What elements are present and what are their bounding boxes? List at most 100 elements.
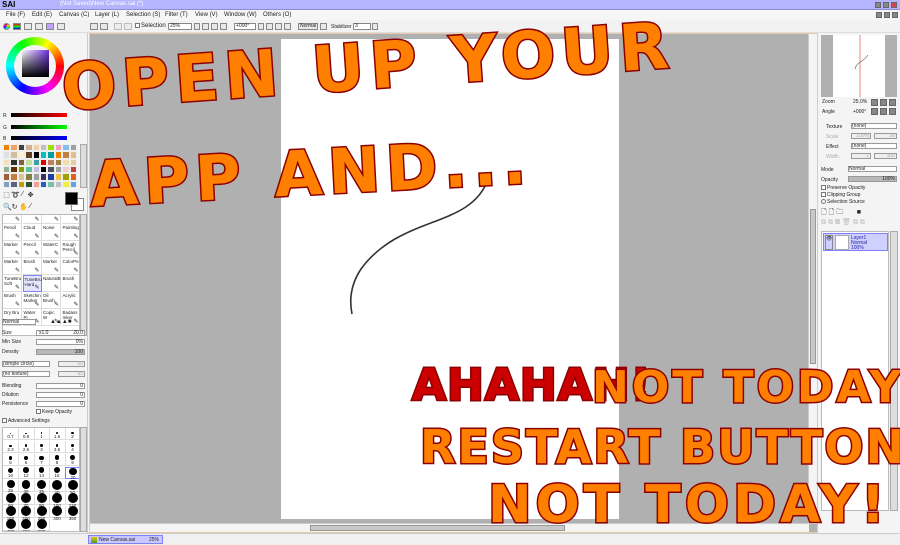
color-swatch[interactable] bbox=[69, 144, 77, 152]
brush-list-scrollbar[interactable] bbox=[80, 214, 87, 336]
color-swatch[interactable] bbox=[32, 144, 40, 152]
color-wheel[interactable] bbox=[6, 37, 64, 95]
layer-buttons[interactable]: 🗋 🗋 🗀 ■ ⧉ ⧉ ▦ 🗑 ⧉ ⧉ bbox=[821, 208, 889, 230]
color-swatch[interactable] bbox=[47, 158, 55, 166]
brush-size-item[interactable]: 3.5 bbox=[49, 441, 66, 453]
color-swatch[interactable] bbox=[62, 173, 70, 181]
nav-rotate-left[interactable] bbox=[871, 108, 878, 115]
eye-icon[interactable]: 👁 bbox=[825, 235, 833, 250]
color-swatch[interactable] bbox=[3, 173, 11, 181]
r-slider[interactable] bbox=[11, 113, 67, 117]
layer-item[interactable]: 👁 Layer1 Normal 100% bbox=[823, 233, 888, 251]
color-swatch[interactable] bbox=[3, 158, 11, 166]
rotate-reset-button[interactable] bbox=[284, 23, 291, 30]
brush-tool-item[interactable]: Marker ✎ bbox=[42, 258, 61, 275]
brush-tool-item[interactable]: ✎ bbox=[22, 215, 42, 224]
color-swatch[interactable] bbox=[39, 144, 48, 152]
blending-field[interactable]: 0 bbox=[36, 383, 85, 389]
redo-button[interactable] bbox=[100, 23, 108, 30]
color-swatch[interactable] bbox=[17, 158, 26, 166]
brush-tool-item[interactable]: ColorPe ✎ bbox=[61, 258, 79, 275]
width-field[interactable]: 1 bbox=[851, 153, 871, 159]
color-swatch[interactable] bbox=[3, 151, 11, 159]
foreground-color[interactable] bbox=[65, 192, 78, 205]
hsv-slider-toggle[interactable] bbox=[24, 23, 32, 30]
color-swatch[interactable] bbox=[25, 180, 33, 188]
color-swatch[interactable] bbox=[62, 144, 70, 152]
brush-size-item[interactable]: 12 bbox=[18, 467, 35, 479]
navigator-preview[interactable] bbox=[821, 35, 897, 97]
doc-minimize-button[interactable] bbox=[876, 12, 882, 18]
brush-tool-item[interactable]: TuneBru Soft ✎ bbox=[3, 275, 22, 292]
zoom-select[interactable]: 25% bbox=[168, 23, 192, 30]
color-swatch[interactable] bbox=[10, 180, 18, 188]
color-swatch[interactable] bbox=[69, 158, 77, 166]
rect-select-icon[interactable]: ⬚ bbox=[3, 191, 10, 201]
color-swatch[interactable] bbox=[47, 151, 55, 159]
color-swatch[interactable] bbox=[32, 165, 40, 174]
brush-size-item[interactable]: 500 bbox=[34, 519, 50, 531]
color-swatch[interactable] bbox=[25, 173, 33, 181]
color-swatch[interactable] bbox=[39, 151, 48, 159]
color-swatch[interactable] bbox=[54, 173, 63, 181]
layer-mode-select[interactable]: Normal bbox=[848, 166, 897, 172]
hand-icon[interactable]: ✋ bbox=[19, 203, 28, 213]
document-tab[interactable]: New Canvas.sai 25% bbox=[88, 535, 163, 544]
brush-size-item[interactable]: 450 bbox=[18, 519, 35, 531]
zoom-out-button[interactable] bbox=[202, 23, 209, 30]
brush-size-item[interactable]: 200 bbox=[18, 506, 35, 521]
color-swatch[interactable] bbox=[32, 158, 40, 166]
layer-texture-select[interactable]: (none) bbox=[851, 123, 897, 129]
doc-close-button[interactable] bbox=[892, 12, 898, 18]
color-swatch[interactable] bbox=[69, 151, 77, 159]
brush-tool-item[interactable]: Brush ✎ bbox=[22, 258, 42, 275]
doc-maximize-button[interactable] bbox=[884, 12, 890, 18]
color-swatch[interactable] bbox=[39, 173, 48, 181]
brush-size-item[interactable]: 5 bbox=[3, 454, 19, 466]
brush-size-item[interactable]: 30 bbox=[18, 480, 35, 494]
swatches-toggle[interactable] bbox=[46, 23, 54, 30]
color-swatch[interactable] bbox=[10, 165, 18, 174]
color-swatch[interactable] bbox=[25, 158, 33, 166]
texture-strength[interactable]: 95 bbox=[58, 371, 85, 377]
menu-edit[interactable]: Edit (E) bbox=[32, 12, 52, 18]
nav-zoom-in[interactable] bbox=[880, 99, 887, 106]
color-swatch[interactable] bbox=[62, 158, 70, 166]
color-swatch[interactable] bbox=[3, 180, 11, 188]
menu-window[interactable]: Window (W) bbox=[224, 12, 257, 18]
color-swatch[interactable] bbox=[32, 173, 40, 181]
color-swatch[interactable] bbox=[39, 158, 48, 166]
brush-size-item[interactable]: 2 bbox=[65, 428, 79, 440]
stabilizer-select[interactable]: 3 bbox=[353, 23, 371, 30]
brush-size-item[interactable]: 9 bbox=[65, 454, 79, 466]
color-swatch[interactable] bbox=[10, 151, 18, 159]
color-swatch[interactable] bbox=[10, 144, 18, 152]
brush-tool-item[interactable]: Brush ✎ bbox=[61, 275, 79, 292]
color-swatch[interactable] bbox=[25, 165, 33, 174]
brush-size-item[interactable]: 250 bbox=[34, 506, 50, 521]
color-swatch[interactable] bbox=[17, 180, 26, 188]
color-swatch[interactable] bbox=[62, 151, 70, 159]
brush-size-item[interactable]: 50 bbox=[65, 480, 79, 495]
close-button[interactable] bbox=[891, 2, 897, 8]
deselect-button[interactable] bbox=[114, 23, 122, 30]
saturation-value-square[interactable] bbox=[22, 50, 49, 77]
color-wheel-toggle[interactable] bbox=[3, 23, 10, 30]
zoom-dropdown[interactable] bbox=[194, 23, 200, 30]
brush-size-item[interactable]: 8 bbox=[49, 454, 66, 466]
b-slider[interactable] bbox=[11, 136, 67, 140]
brush-size-item[interactable]: 60 bbox=[3, 493, 19, 508]
color-swatch[interactable] bbox=[54, 158, 63, 166]
color-swatch[interactable] bbox=[17, 144, 26, 152]
brush-size-item[interactable]: 40 bbox=[49, 480, 66, 495]
brush-size-item[interactable]: 1.5 bbox=[49, 428, 66, 440]
color-swatch[interactable] bbox=[62, 180, 70, 188]
brush-size-item[interactable]: 2.3 bbox=[3, 441, 19, 453]
color-swatch[interactable] bbox=[3, 165, 11, 174]
brush-size-item[interactable]: 7 bbox=[34, 454, 50, 466]
brush-size-item[interactable]: 2.6 bbox=[18, 441, 35, 453]
angle-select[interactable]: +000° bbox=[234, 23, 256, 30]
brush-tool-item[interactable]: Pencil ✎ bbox=[3, 224, 22, 241]
brush-size-item[interactable]: 350 bbox=[65, 506, 79, 521]
color-swatch[interactable] bbox=[10, 173, 18, 181]
